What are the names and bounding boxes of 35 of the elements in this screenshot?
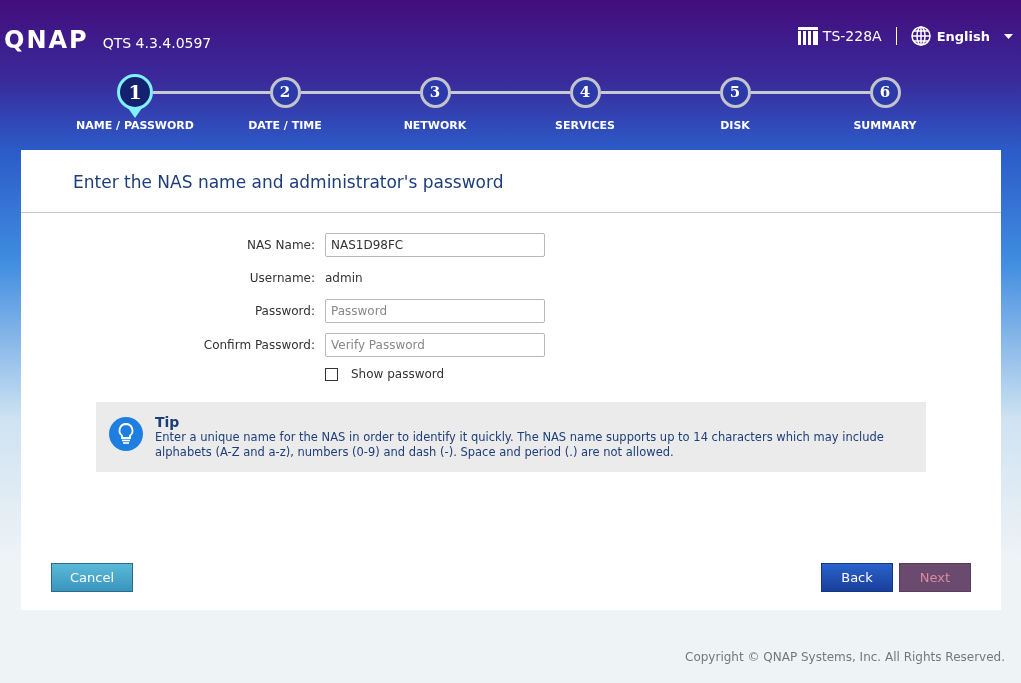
step-label: NETWORK bbox=[403, 119, 467, 132]
field-label: Confirm Password: bbox=[202, 338, 315, 352]
checkbox-label[interactable]: Show password bbox=[351, 367, 445, 381]
input-field[interactable]: Password bbox=[325, 299, 545, 323]
lightbulb-icon bbox=[109, 417, 143, 451]
caret-icon bbox=[1004, 33, 1013, 39]
step-number[interactable]: 3 bbox=[419, 76, 451, 108]
step-label: DATE / TIME bbox=[248, 119, 322, 132]
field-label: NAS Name: bbox=[245, 238, 315, 252]
checkbox[interactable] bbox=[325, 367, 338, 381]
qnap-logo: QNAP bbox=[4, 28, 89, 52]
step-number[interactable]: 6 bbox=[869, 76, 901, 108]
field-value: admin bbox=[325, 270, 364, 287]
step-label: DISK bbox=[720, 119, 750, 132]
tip-text: Enter a unique name for the NAS in order to identify it quickly. The NAS name supports up to 14 characters which may include alphabets (A-Z and a-z), numbers (0-9) and dash (-). Space and period (.) are not allowed. bbox=[155, 430, 885, 460]
panel-title: Enter the NAS name and administrator's password bbox=[72, 171, 505, 194]
tip-title: Tip bbox=[155, 414, 181, 430]
globe-icon bbox=[910, 26, 931, 46]
step-label: SERVICES bbox=[555, 119, 615, 132]
input-field[interactable]: Verify Password bbox=[325, 333, 545, 357]
input-field[interactable]: NAS1D98FC bbox=[325, 233, 545, 257]
step-number[interactable]: 4 bbox=[569, 76, 601, 108]
nas-device-icon bbox=[797, 27, 818, 45]
field-label: Username: bbox=[248, 271, 315, 285]
language-selector[interactable]: English bbox=[910, 26, 1013, 46]
step-label: SUMMARY bbox=[853, 119, 917, 132]
step-number[interactable]: 5 bbox=[719, 76, 751, 108]
step-number[interactable]: 2 bbox=[269, 76, 301, 108]
copyright-text: Copyright © QNAP Systems, Inc. All Rights Reserved. bbox=[685, 650, 1005, 664]
back-button[interactable]: Back bbox=[821, 563, 893, 592]
version-text: QTS 4.3.4.0597 bbox=[102, 35, 212, 51]
pointer-icon bbox=[128, 108, 142, 118]
device-name: TS-228A bbox=[822, 28, 882, 44]
field-label: Password: bbox=[253, 304, 315, 318]
step-label: NAME / PASSWORD bbox=[76, 119, 194, 132]
